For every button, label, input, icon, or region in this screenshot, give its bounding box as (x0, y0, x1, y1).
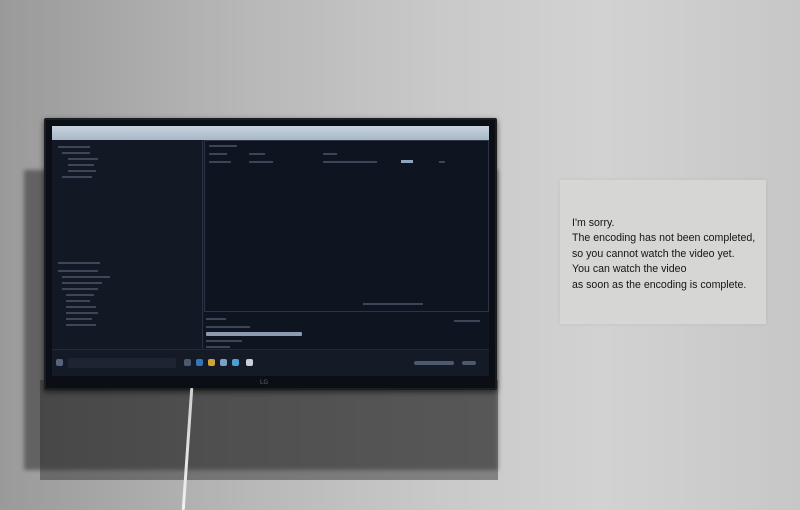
notice-line-5: as soon as the encoding is complete. (572, 278, 747, 291)
tree-item[interactable] (62, 176, 92, 178)
taskbar-search-box[interactable] (68, 358, 176, 368)
column-header (249, 153, 265, 155)
selected-file-highlight[interactable] (401, 160, 413, 163)
task-view-icon[interactable] (184, 359, 191, 366)
tree-item[interactable] (68, 170, 96, 172)
taskbar (52, 349, 489, 376)
tree-item[interactable] (62, 276, 110, 278)
notice-line-3: so you cannot watch the video yet. (572, 247, 735, 260)
tree-item[interactable] (66, 312, 98, 314)
tree-item[interactable] (68, 164, 94, 166)
monitor-brand-logo: LG (260, 379, 268, 386)
tree-item[interactable] (58, 262, 100, 264)
monitor-screen (52, 126, 489, 376)
tree-item[interactable] (62, 282, 102, 284)
folder-tree-pane (52, 140, 203, 350)
folder-icon[interactable] (208, 359, 215, 366)
tree-item[interactable] (62, 152, 90, 154)
encoding-progress-bar (206, 332, 302, 336)
window-title-bar (52, 126, 489, 140)
clock (462, 361, 476, 365)
tree-item[interactable] (66, 294, 94, 296)
file-row-cell (323, 161, 377, 163)
output-line (206, 340, 242, 342)
system-tray[interactable] (414, 361, 454, 365)
file-row-cell (439, 161, 445, 163)
column-header (323, 153, 337, 155)
start-icon[interactable] (56, 359, 63, 366)
tree-item[interactable] (66, 300, 90, 302)
tree-item[interactable] (58, 270, 98, 272)
file-row[interactable] (209, 161, 231, 163)
output-label (206, 318, 226, 320)
tree-item[interactable] (68, 158, 98, 160)
file-list-pane (204, 140, 489, 350)
monitor-lower-shadow (40, 380, 498, 480)
app-icon[interactable] (232, 359, 239, 366)
active-app-icon[interactable] (246, 359, 253, 366)
status-bar-text (363, 303, 423, 305)
app-icon[interactable] (220, 359, 227, 366)
notice-line-4: You can watch the video (572, 263, 687, 276)
file-list (204, 140, 489, 312)
notice-line-2: The encoding has not been completed, (572, 232, 756, 245)
notice-text: I'm sorry. The encoding has not been com… (572, 216, 772, 293)
tree-item[interactable] (66, 306, 96, 308)
file-row-cell (249, 161, 273, 163)
column-header (209, 153, 227, 155)
toolbar-placeholder (209, 145, 237, 147)
tree-item[interactable] (62, 288, 98, 290)
tree-item[interactable] (66, 318, 92, 320)
tree-item[interactable] (66, 324, 96, 326)
output-path (206, 326, 250, 328)
output-controls[interactable] (454, 320, 480, 322)
notice-line-1: I'm sorry. (572, 217, 615, 229)
browser-icon[interactable] (196, 359, 203, 366)
monitor: LG (44, 118, 497, 390)
tree-item[interactable] (58, 146, 90, 148)
output-line (206, 346, 230, 348)
